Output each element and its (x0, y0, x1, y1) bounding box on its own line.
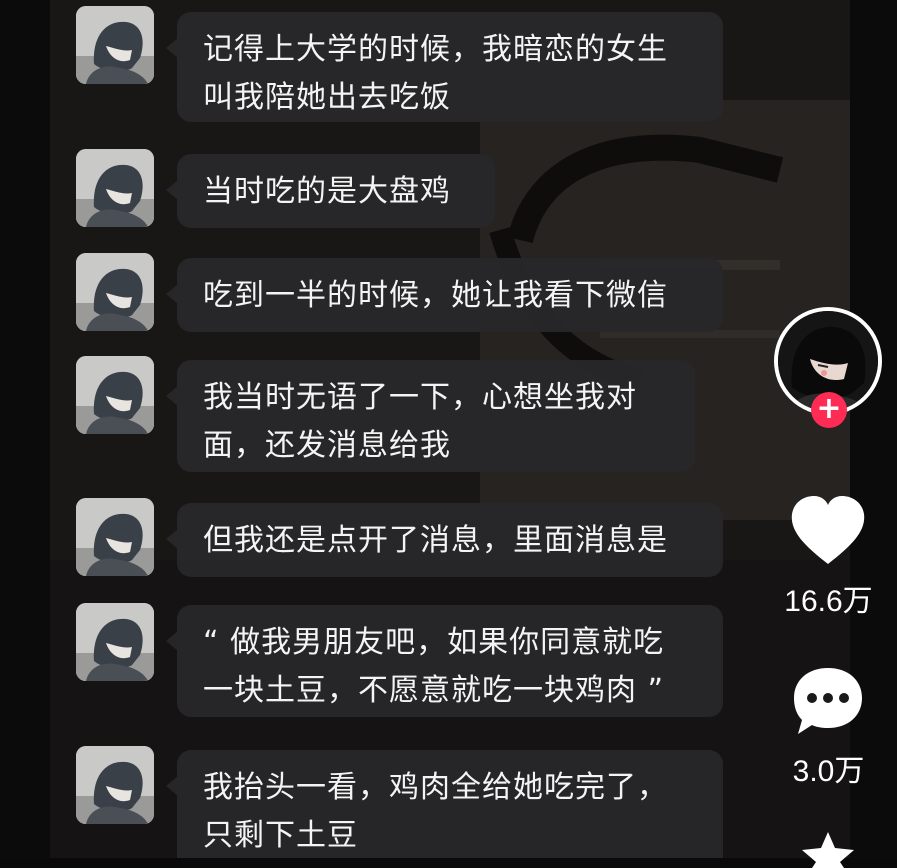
follow-button[interactable]: + (811, 392, 847, 428)
user-avatar-icon (76, 498, 154, 576)
user-avatar-icon (76, 356, 154, 434)
user-avatar-icon (76, 149, 154, 227)
message-bubble: 吃到一半的时候，她让我看下微信 (166, 258, 723, 332)
message-bubble: 当时吃的是大盘鸡 (166, 154, 495, 228)
user-avatar-icon (76, 746, 154, 824)
user-avatar-icon (76, 603, 154, 681)
message-bubble: 我抬头一看，鸡肉全给她吃完了， 只剩下土豆 (166, 750, 723, 858)
comment-icon[interactable] (790, 664, 866, 740)
like-count: 16.6万 (784, 585, 873, 618)
sender-avatar[interactable] (76, 149, 154, 227)
star-icon[interactable] (798, 828, 858, 868)
comment-count: 3.0万 (792, 755, 865, 788)
user-avatar-icon (76, 6, 154, 84)
message-bubble: “ 做我男朋友吧，如果你同意就吃 一块土豆，不愿意就吃一块鸡肉 ” (166, 605, 723, 717)
action-rail: + 16.6万 3.0万 (760, 0, 897, 868)
sender-avatar[interactable] (76, 746, 154, 824)
message-bubble: 记得上大学的时候，我暗恋的女生 叫我陪她出去吃饭 (166, 12, 723, 122)
sender-avatar[interactable] (76, 498, 154, 576)
user-avatar-icon (76, 253, 154, 331)
sender-avatar[interactable] (76, 603, 154, 681)
message-bubble: 我当时无语了一下，心想坐我对 面，还发消息给我 (166, 360, 695, 472)
sender-avatar[interactable] (76, 253, 154, 331)
sender-avatar[interactable] (76, 356, 154, 434)
heart-icon[interactable] (788, 492, 868, 572)
sender-avatar[interactable] (76, 6, 154, 84)
message-bubble: 但我还是点开了消息，里面消息是 (166, 503, 723, 577)
